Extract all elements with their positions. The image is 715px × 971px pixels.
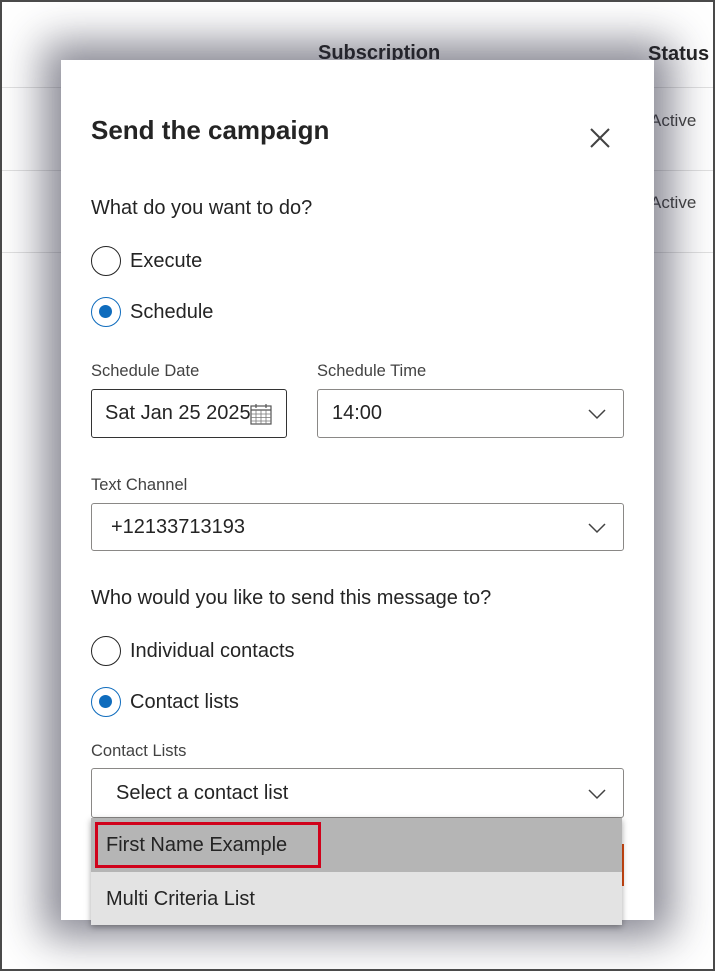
close-button[interactable] bbox=[586, 124, 614, 152]
status-cell: Active bbox=[650, 111, 697, 130]
schedule-time-value: 14:00 bbox=[332, 402, 383, 424]
schedule-time-select[interactable]: 14:00 bbox=[317, 389, 624, 438]
radio-button[interactable] bbox=[91, 636, 121, 666]
schedule-time-label: Schedule Time bbox=[317, 362, 427, 380]
text-channel-select[interactable]: +12133713193 bbox=[91, 503, 624, 551]
chevron-down-icon bbox=[588, 523, 606, 534]
schedule-date-input[interactable]: Sat Jan 25 2025 bbox=[91, 389, 287, 438]
list-item[interactable]: Multi Criteria List bbox=[91, 872, 622, 926]
calendar-icon[interactable] bbox=[249, 402, 273, 426]
radio-label: Execute bbox=[130, 249, 203, 272]
radio-label: Schedule bbox=[130, 300, 214, 323]
chevron-down-icon bbox=[588, 409, 606, 420]
schedule-date-value: Sat Jan 25 2025 bbox=[105, 402, 251, 424]
action-question: What do you want to do? bbox=[91, 197, 313, 219]
radio-label: Individual contacts bbox=[130, 639, 295, 662]
dialog-title: Send the campaign bbox=[91, 115, 330, 145]
send-campaign-dialog: Send the campaign What do you want to do… bbox=[61, 60, 654, 920]
radio-individual-contacts[interactable]: Individual contacts bbox=[91, 636, 295, 666]
contact-lists-label: Contact Lists bbox=[91, 742, 187, 760]
contact-lists-select[interactable]: Select a contact list bbox=[91, 768, 624, 818]
recipient-question: Who would you like to send this message … bbox=[91, 587, 492, 609]
status-cell: Active bbox=[650, 193, 697, 212]
contact-lists-placeholder: Select a contact list bbox=[116, 781, 289, 804]
window-frame: Subscription Status Active Active Send t… bbox=[0, 0, 715, 971]
text-channel-value: +12133713193 bbox=[111, 515, 246, 538]
schedule-date-label: Schedule Date bbox=[91, 362, 200, 380]
text-channel-label: Text Channel bbox=[91, 476, 188, 494]
close-icon bbox=[590, 128, 610, 148]
radio-schedule[interactable]: Schedule bbox=[91, 297, 213, 327]
option-label: Multi Criteria List bbox=[106, 887, 255, 910]
radio-label: Contact lists bbox=[130, 690, 239, 713]
radio-button[interactable] bbox=[91, 687, 121, 717]
annotation-highlight-box bbox=[95, 822, 321, 868]
chevron-down-icon bbox=[588, 789, 606, 800]
radio-execute[interactable]: Execute bbox=[91, 246, 202, 276]
column-header-status: Status bbox=[648, 43, 710, 65]
radio-contact-lists[interactable]: Contact lists bbox=[91, 687, 239, 717]
radio-button[interactable] bbox=[91, 297, 121, 327]
radio-button[interactable] bbox=[91, 246, 121, 276]
